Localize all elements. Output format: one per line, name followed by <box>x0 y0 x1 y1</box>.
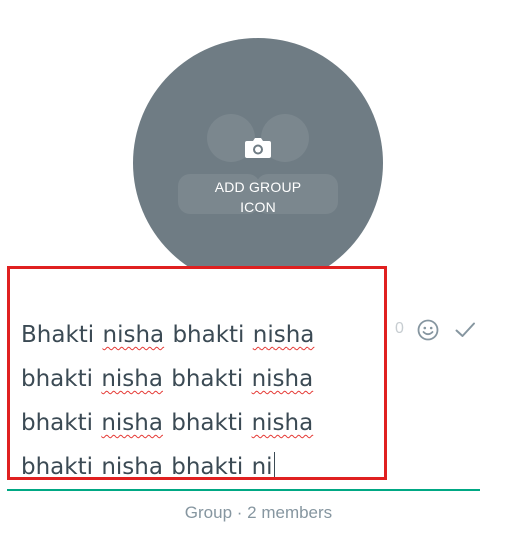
word: bhakti <box>21 366 93 392</box>
word: bhakti <box>21 454 93 480</box>
checkmark-icon[interactable] <box>453 318 477 342</box>
misspelled-word: nisha <box>102 322 165 348</box>
group-name-input[interactable]: Bhakti nisha bhakti nisha bhakti nisha bh… <box>7 266 387 480</box>
char-counter: 0 <box>395 320 404 337</box>
misspelled-word: nisha <box>251 410 314 436</box>
text-caret <box>273 452 276 477</box>
word: bhakti <box>172 322 245 348</box>
word: bhakti <box>171 366 244 392</box>
smiley-icon[interactable] <box>416 318 440 342</box>
word: Bhakti <box>21 322 95 348</box>
misspelled-word: nisha <box>101 454 163 480</box>
misspelled-word: nisha <box>101 410 163 436</box>
group-name-text[interactable]: Bhakti nisha bhakti nisha bhakti nisha bh… <box>21 313 361 480</box>
word: bhakti <box>171 454 244 480</box>
word: ni <box>251 454 273 480</box>
group-info-page: ADD GROUP ICON Bhakti nisha bhakti nisha… <box>0 0 527 533</box>
word: bhakti <box>21 410 93 436</box>
add-group-icon-label: ADD GROUP ICON <box>214 179 302 215</box>
misspelled-word: nisha <box>251 366 314 392</box>
misspelled-word: nisha <box>252 322 315 348</box>
misspelled-word: nisha <box>101 366 163 392</box>
word: bhakti <box>171 410 244 436</box>
group-silhouette-icon <box>178 114 338 214</box>
camera-icon <box>245 138 271 158</box>
input-underline <box>7 489 480 491</box>
group-members-count: Group · 2 members <box>184 503 333 522</box>
add-group-icon-button[interactable]: ADD GROUP ICON <box>133 38 383 288</box>
